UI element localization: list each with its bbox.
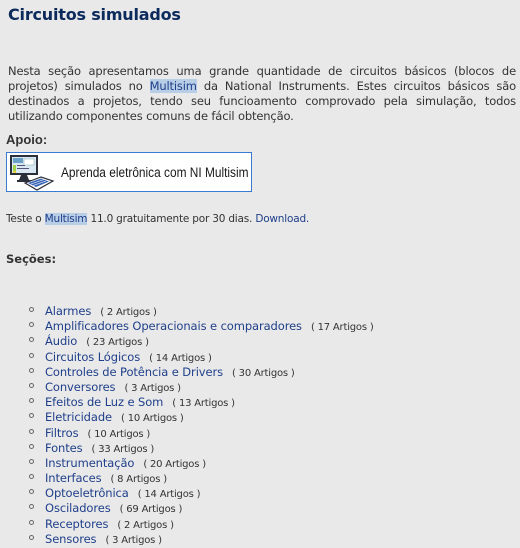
trial-highlight-multisim: Multisim bbox=[44, 213, 88, 225]
section-item: Circuitos Lógicos( 14 Artigos ) bbox=[0, 348, 374, 364]
section-link[interactable]: Fontes bbox=[45, 441, 83, 455]
section-item: Amplificadores Operacionais e comparador… bbox=[0, 317, 374, 333]
intro-paragraph: Nesta seção apresentamos uma grande quan… bbox=[8, 64, 516, 124]
trial-text: Teste o Multisim 11.0 gratuitamente por … bbox=[6, 213, 309, 225]
bullet-icon bbox=[29, 534, 34, 540]
sections-list: Alarmes( 2 Artigos ) Amplificadores Oper… bbox=[0, 302, 374, 546]
section-item: Efeitos de Luz e Som( 13 Artigos ) bbox=[0, 393, 374, 409]
bullet-icon bbox=[29, 428, 34, 434]
section-link[interactable]: Optoeletrônica bbox=[45, 486, 129, 500]
section-item: Interfaces( 8 Artigos ) bbox=[0, 469, 374, 485]
section-link[interactable]: Receptores bbox=[45, 517, 108, 531]
sections-heading: Seções: bbox=[6, 252, 57, 266]
bullet-icon bbox=[29, 367, 34, 373]
intro-highlight-multisim: Multisim bbox=[149, 79, 197, 93]
bullet-icon bbox=[29, 443, 34, 449]
section-item: Alarmes( 2 Artigos ) bbox=[0, 302, 374, 318]
section-link[interactable]: Alarmes bbox=[45, 304, 91, 318]
section-link[interactable]: Efeitos de Luz e Som bbox=[45, 395, 163, 409]
section-link[interactable]: Osciladores bbox=[45, 501, 111, 515]
banner-text: Aprenda eletrônica com NI Multisim bbox=[61, 164, 249, 180]
bullet-icon bbox=[29, 398, 34, 404]
bullet-icon bbox=[29, 458, 34, 464]
section-item: Filtros( 10 Artigos ) bbox=[0, 424, 374, 440]
section-link[interactable]: Controles de Potência e Drivers bbox=[45, 365, 223, 379]
section-item: Instrumentação( 20 Artigos ) bbox=[0, 454, 374, 470]
section-count: ( 3 Artigos ) bbox=[105, 534, 162, 546]
download-link[interactable]: Download. bbox=[255, 213, 309, 225]
trial-text-after: 11.0 gratuitamente por 30 dias. bbox=[87, 213, 256, 225]
computer-and-breadboard-icon bbox=[7, 153, 55, 191]
bullet-icon bbox=[29, 337, 34, 343]
bullet-icon bbox=[29, 322, 34, 328]
multisim-banner[interactable]: Aprenda eletrônica com NI Multisim bbox=[6, 152, 252, 192]
section-link[interactable]: Eletricidade bbox=[45, 410, 112, 424]
page-title: Circuitos simulados bbox=[8, 5, 181, 24]
section-link[interactable]: Conversores bbox=[45, 380, 116, 394]
bullet-icon bbox=[29, 504, 34, 510]
section-link[interactable]: Sensores bbox=[45, 532, 97, 546]
section-item: Receptores( 2 Artigos ) bbox=[0, 515, 374, 531]
bullet-icon bbox=[29, 474, 34, 480]
section-item: Optoeletrônica( 14 Artigos ) bbox=[0, 484, 374, 500]
section-link[interactable]: Circuitos Lógicos bbox=[45, 350, 140, 364]
section-item: Áudio( 23 Artigos ) bbox=[0, 332, 374, 348]
section-link[interactable]: Áudio bbox=[45, 334, 77, 348]
section-link[interactable]: Filtros bbox=[45, 426, 79, 440]
bullet-icon bbox=[29, 413, 34, 419]
bullet-icon bbox=[29, 489, 34, 495]
trial-text-before: Teste o bbox=[6, 213, 45, 225]
section-item: Osciladores( 69 Artigos ) bbox=[0, 499, 374, 515]
section-item: Conversores( 3 Artigos ) bbox=[0, 378, 374, 394]
bullet-icon bbox=[29, 519, 34, 525]
section-link[interactable]: Interfaces bbox=[45, 471, 102, 485]
section-link[interactable]: Instrumentação bbox=[45, 456, 134, 470]
section-item: Controles de Potência e Drivers( 30 Arti… bbox=[0, 363, 374, 379]
bullet-icon bbox=[29, 352, 34, 358]
section-link[interactable]: Amplificadores Operacionais e comparador… bbox=[45, 319, 302, 333]
bullet-icon bbox=[29, 307, 34, 312]
apoio-label: Apoio: bbox=[6, 132, 48, 147]
section-item: Sensores ( 3 Artigos ) bbox=[0, 530, 374, 546]
section-item: Eletricidade( 10 Artigos ) bbox=[0, 408, 374, 424]
bullet-icon bbox=[29, 382, 34, 388]
section-item: Fontes( 33 Artigos ) bbox=[0, 439, 374, 455]
